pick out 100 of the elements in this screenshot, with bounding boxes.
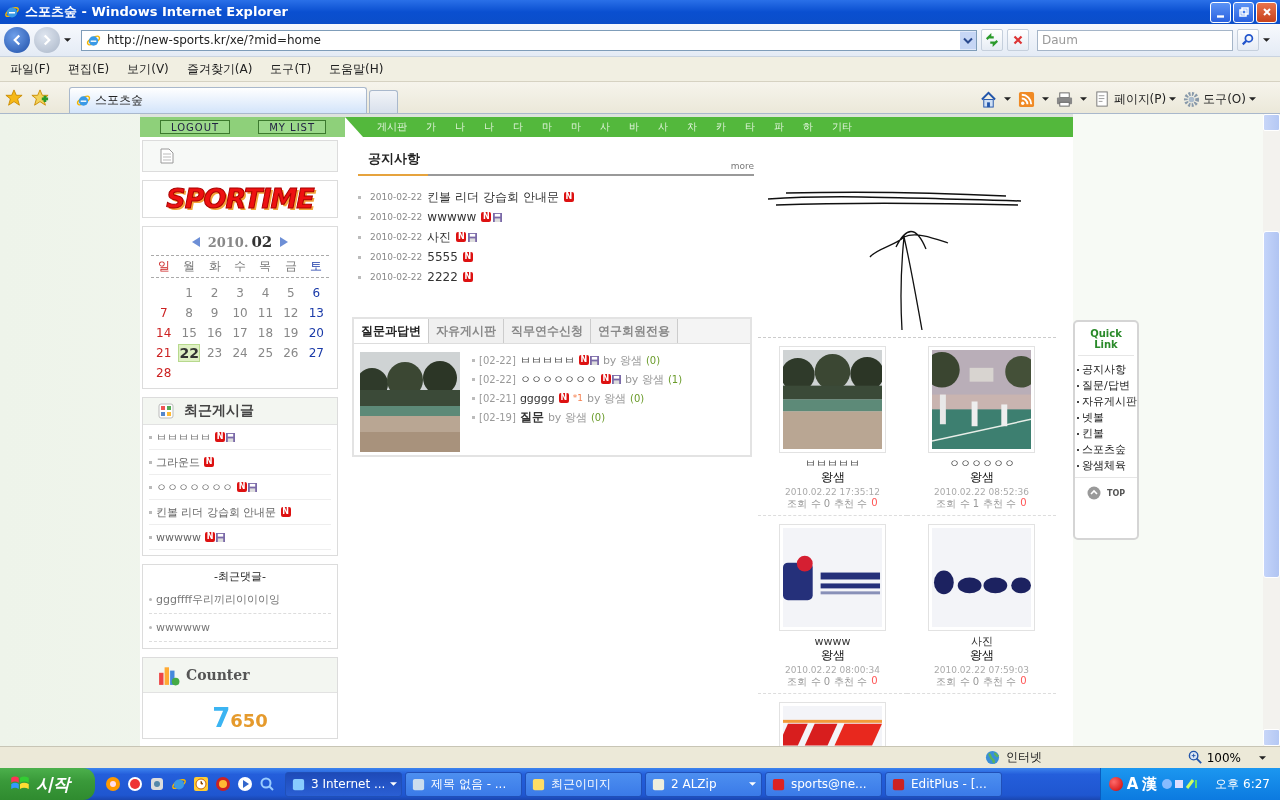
header-button[interactable]: LOGOUT [160,120,231,134]
play-icon[interactable] [237,776,253,792]
menu-item[interactable]: 즐겨찾기(A) [186,60,253,78]
stop-button[interactable] [1007,29,1029,51]
menu-item[interactable]: 보기(V) [127,60,169,78]
post-link[interactable]: 킨볼 리더 강습회 안내문 [156,504,277,520]
calendar-day[interactable]: 1 [176,284,202,302]
taskbar-button[interactable]: 3 Internet ... [285,771,402,797]
history-caret-icon[interactable] [64,38,71,42]
calendar-day[interactable]: 18 [252,324,279,342]
post-link[interactable]: 5555 [427,250,458,264]
calendar-day[interactable]: 14 [151,324,177,342]
close-button[interactable] [1256,1,1277,23]
post-link[interactable]: 그라운드 [156,454,200,470]
post-link[interactable]: ㅂㅂㅂㅂㅂ [156,429,211,445]
taskbar-button[interactable]: 최근이미지 [525,771,642,797]
calendar-day[interactable]: 5 [278,284,304,302]
calendar-day[interactable]: 4 [252,284,279,302]
calendar-day[interactable]: 6 [303,284,329,302]
board-tab[interactable]: 연구회원전용 [591,319,678,343]
quick-launch-icon[interactable] [149,776,165,792]
gallery-title[interactable]: ㅇㅇㅇㅇㅇㅇ [948,458,1015,470]
taskbar-button[interactable]: 제목 없음 - ... [405,771,522,797]
post-link[interactable]: 2222 [427,270,458,284]
calendar-day[interactable]: 10 [227,304,253,322]
caret-icon[interactable] [1079,97,1087,101]
gallery-title[interactable]: 사진 [970,636,993,648]
calendar-day[interactable]: 25 [252,344,279,362]
post-link[interactable]: ㅇㅇㅇㅇㅇㅇㅇ [156,479,233,495]
calendar-day[interactable]: 7 [151,304,177,322]
quick-link[interactable]: 자유게시판 [1082,395,1137,408]
calendar-day[interactable]: 26 [278,344,304,362]
home-icon[interactable] [979,90,997,108]
search-field[interactable]: Daum [1037,29,1233,51]
zoom-button[interactable]: 100% [1187,750,1266,765]
calendar-day[interactable]: 16 [201,324,228,342]
search-button[interactable] [1237,29,1259,51]
menu-item[interactable]: 도구(T) [270,60,312,78]
post-link[interactable]: wwwww [427,210,477,224]
sportime-logo[interactable]: SPORTIME [166,184,314,214]
restore-button[interactable] [1233,1,1254,23]
quick-launch-icon[interactable] [127,776,143,792]
calendar-day[interactable]: 15 [176,324,202,342]
taskbar-button[interactable]: sports@ne... [765,771,882,797]
dropdown-icon[interactable] [960,30,976,50]
address-field[interactable]: http://new-sports.kr/xe/?mid=home [81,29,977,51]
post-link[interactable]: 킨볼 리더 강습회 안내문 [427,188,559,206]
board-tab[interactable]: 자유게시판 [429,319,504,343]
post-link[interactable]: 사진 [427,228,452,246]
menu-item[interactable]: 파일(F) [10,60,51,78]
menu-item[interactable]: 편집(E) [68,60,110,78]
ime-indicator[interactable]: A [1126,775,1139,793]
more-link[interactable]: more [730,161,754,171]
favorites-star-icon[interactable] [5,89,23,107]
search-caret-icon[interactable] [1263,38,1270,42]
calendar-day[interactable]: 8 [176,304,202,322]
calendar-day[interactable]: 17 [227,324,253,342]
quick-launch-icon[interactable] [105,776,121,792]
refresh-button[interactable] [981,29,1003,51]
board-tab[interactable]: 직무연수신청 [504,319,591,343]
header-button[interactable]: MY LIST [258,120,327,134]
post-link[interactable]: wwwww [156,530,201,544]
calendar-day[interactable]: 22 [178,344,200,362]
clock-icon[interactable] [193,776,209,792]
printer-icon[interactable] [1055,90,1073,108]
caret-icon[interactable] [1003,97,1011,101]
caret-icon[interactable] [1041,97,1049,101]
start-button[interactable]: 시작 [0,768,95,800]
calendar-day[interactable]: 27 [303,344,329,362]
calendar-day[interactable]: 2 [201,284,228,302]
comment-link[interactable]: wwwwww [156,621,210,634]
board-tab[interactable]: 질문과답변 [354,319,429,343]
gallery-title[interactable]: wwww [814,636,851,648]
quick-link[interactable]: 질문/답변 [1082,379,1130,392]
search-icon[interactable] [259,776,275,792]
browser-tab[interactable]: 스포츠숲 [69,87,367,113]
taskbar-button[interactable]: EditPlus - [... [885,771,1002,797]
gallery-title[interactable]: ㅂㅂㅂㅂㅂ [805,458,860,470]
add-favorite-icon[interactable] [31,89,49,107]
calendar-day[interactable]: 19 [278,324,304,342]
previous-month-button[interactable] [191,237,200,247]
taskbar-button[interactable]: 2 ALZip [645,771,762,797]
post-link[interactable]: ㅂㅂㅂㅂㅂ [519,352,575,368]
scrollbar[interactable] [1263,114,1280,746]
ie-logo-icon[interactable] [171,776,187,792]
ime-indicator[interactable]: 漢 [1142,774,1158,794]
quick-link[interactable]: 공지사항 [1082,363,1126,376]
comment-link[interactable]: gggffff우리끼리이이이잉 [156,592,281,607]
calendar-day[interactable]: 24 [227,344,253,362]
calendar-day[interactable]: 28 [151,364,177,382]
quick-launch-icon[interactable] [215,776,231,792]
post-link[interactable]: ㅇㅇㅇㅇㅇㅇㅇ [519,371,597,387]
calendar-day[interactable]: 20 [303,324,329,342]
minimize-button[interactable] [1210,1,1231,23]
top-button[interactable]: TOP [1086,486,1126,500]
quick-link[interactable]: 킨볼 [1082,427,1104,440]
calendar-day[interactable]: 23 [201,344,228,362]
post-link[interactable]: ggggg [519,391,555,405]
calendar-day[interactable]: 12 [278,304,304,322]
post-link[interactable]: 질문 [519,408,544,426]
